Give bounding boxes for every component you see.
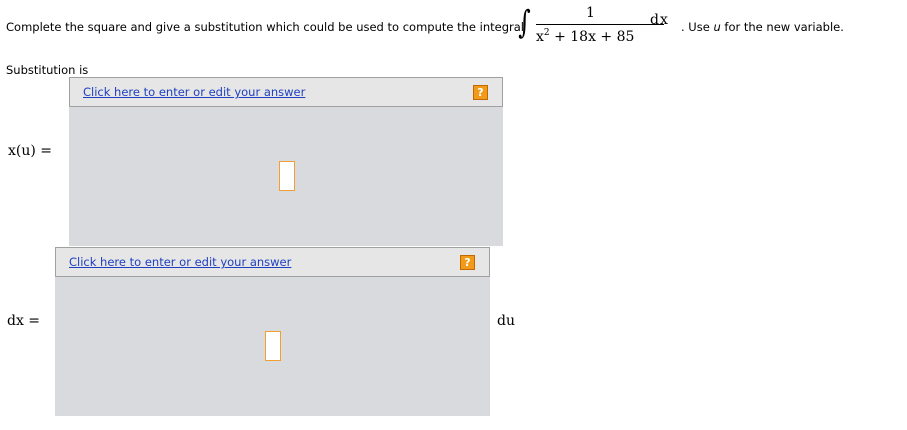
help-icon[interactable]: ? [460,255,475,270]
integral-differential: dx [650,12,669,28]
edit-answer-link[interactable]: Click here to enter or edit your answer [69,255,291,269]
answer-input-box[interactable] [279,161,295,191]
answer-input-box[interactable] [265,331,281,361]
answer-panel-substitution: Click here to enter or edit your answer … [69,77,503,246]
denominator-rest: + 18x + 85 [549,29,635,45]
substitution-label: Substitution is [6,63,89,77]
variable-note-prefix: . Use [681,20,714,34]
question-prompt: Complete the square and give a substitut… [6,20,524,34]
integrand-numerator: 1 [586,5,595,21]
du-label: du [497,313,515,329]
fraction-bar [536,24,664,25]
variable-note: . Use u for the new variable. [681,20,844,34]
integrand-denominator: x2 + 18x + 85 [536,28,634,45]
variable-note-suffix: for the new variable. [720,20,844,34]
integral-sign-icon: ∫ [518,3,531,41]
x-of-u-label: x(u) = [8,143,53,159]
answer-toolbar: Click here to enter or edit your answer … [55,247,490,277]
help-icon[interactable]: ? [473,85,488,100]
answer-toolbar: Click here to enter or edit your answer … [69,77,503,107]
variable-note-variable: u [713,20,721,34]
answer-panel-differential: Click here to enter or edit your answer … [55,247,490,416]
denominator-variable: x [536,29,544,45]
edit-answer-link[interactable]: Click here to enter or edit your answer [83,85,305,99]
dx-label: dx = [7,313,41,329]
